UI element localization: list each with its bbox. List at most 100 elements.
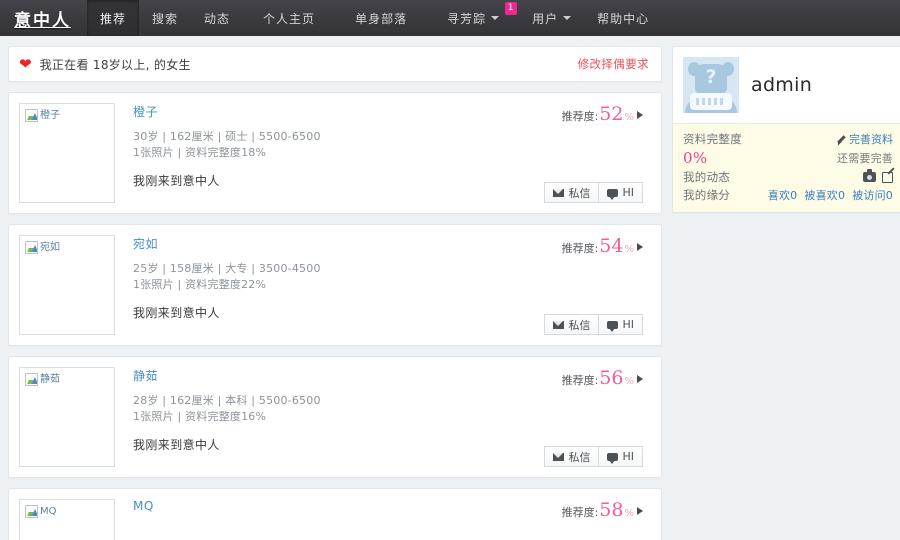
photo-alt-text: 宛如 [40, 242, 60, 253]
liked-by-count-link[interactable]: 被喜欢0 [804, 187, 845, 203]
profile-meta-line-2: 1张照片 | 资料完整度16% [133, 410, 267, 423]
score-value: 56 [599, 367, 624, 389]
say-hi-button[interactable]: HI [599, 182, 643, 203]
top-navigation-bar: 意中人 推荐 搜索 动态 个人主页 单身部落 寻芳踪 1 用户 帮助中心 [0, 0, 900, 36]
user-identity: ? admin [673, 47, 900, 123]
say-hi-button[interactable]: HI [599, 314, 643, 335]
profile-card[interactable]: MQ MQ 推荐度: 58 % 私信 [8, 488, 662, 540]
fate-stats: 喜欢0 被喜欢0 被访问0 [768, 187, 893, 203]
camera-icon[interactable] [863, 169, 876, 182]
likes-count-link[interactable]: 喜欢0 [768, 187, 798, 203]
chevron-down-icon [563, 16, 572, 20]
nav-item-label: 单身部落 [355, 11, 408, 26]
recommendation-score[interactable]: 推荐度: 54 % [562, 237, 643, 256]
site-logo[interactable]: 意中人 [0, 0, 87, 36]
broken-image-glyph [25, 505, 38, 518]
profile-card[interactable]: 静茹 静茹 28岁 | 162厘米 | 本科 | 5500-6500 1张照片 … [8, 356, 662, 478]
score-percent-sign: % [624, 244, 634, 255]
complete-profile-link[interactable]: 完善资料 [836, 131, 893, 147]
broken-image-icon: 静茹 [23, 371, 111, 386]
score-value: 58 [599, 499, 624, 521]
profile-photo[interactable]: MQ [19, 499, 115, 540]
photo-alt-text: MQ [40, 506, 57, 517]
edit-icon[interactable] [882, 171, 893, 183]
nav-item-homepage[interactable]: 个人主页 [243, 0, 335, 36]
send-message-button[interactable]: 私信 [544, 182, 600, 203]
play-arrow-icon[interactable] [637, 506, 643, 515]
score-percent-sign: % [624, 508, 634, 519]
profile-actions: 私信 HI [544, 182, 643, 203]
profile-photo[interactable]: 宛如 [19, 235, 115, 335]
profile-body: 静茹 28岁 | 162厘米 | 本科 | 5500-6500 1张照片 | 资… [115, 367, 651, 467]
recommendation-score[interactable]: 推荐度: 58 % [562, 501, 643, 520]
edit-preferences-link[interactable]: 修改择偶要求 [578, 56, 649, 72]
user-stats-panel: 资料完整度 完善资料 0% 还需要完善 我的动态 我的缘分 喜欢0 被喜欢0 被… [673, 123, 900, 212]
profile-name-link[interactable]: 静茹 [133, 367, 158, 384]
broken-image-glyph [25, 241, 38, 254]
say-hi-button[interactable]: HI [599, 446, 643, 467]
nav-item-xunfangzong[interactable]: 寻芳踪 1 [427, 0, 519, 36]
nav-item-help-center[interactable]: 帮助中心 [584, 0, 662, 36]
say-hi-label: HI [622, 318, 634, 331]
send-message-button[interactable]: 私信 [544, 446, 600, 467]
my-fate-row: 我的缘分 喜欢0 被喜欢0 被访问0 [683, 186, 893, 204]
recommendation-score[interactable]: 推荐度: 52 % [562, 105, 643, 124]
play-arrow-icon[interactable] [637, 242, 643, 251]
nav-item-search[interactable]: 搜索 [139, 0, 191, 36]
profile-name-link[interactable]: 橙子 [133, 103, 158, 120]
recommendation-score[interactable]: 推荐度: 56 % [562, 369, 643, 388]
score-value: 54 [599, 235, 624, 257]
send-message-button[interactable]: 私信 [544, 314, 600, 335]
profile-meta-line-1: 25岁 | 158厘米 | 大专 | 3500-4500 [133, 262, 321, 275]
play-arrow-icon[interactable] [637, 110, 643, 119]
profile-body: 宛如 25岁 | 158厘米 | 大专 | 3500-4500 1张照片 | 资… [115, 235, 651, 335]
nav-item-feed[interactable]: 动态 [191, 0, 243, 36]
profile-actions: 私信 HI [544, 446, 643, 467]
broken-image-icon: MQ [23, 503, 111, 518]
mail-icon [553, 452, 565, 461]
profile-photo[interactable]: 橙子 [19, 103, 115, 203]
profile-meta-line-2: 1张照片 | 资料完整度18% [133, 146, 267, 159]
filter-description: 我正在看 18岁以上, 的女生 [39, 57, 191, 72]
send-message-label: 私信 [568, 450, 591, 464]
nav-item-user[interactable]: 用户 [519, 0, 584, 36]
score-label: 推荐度: [561, 374, 599, 387]
my-feed-label: 我的动态 [683, 170, 731, 184]
send-message-label: 私信 [568, 318, 591, 332]
visits-count-link[interactable]: 被访问0 [852, 187, 893, 203]
profile-photo[interactable]: 静茹 [19, 367, 115, 467]
profile-card[interactable]: 橙子 橙子 30岁 | 162厘米 | 硕士 | 5500-6500 1张照片 … [8, 92, 662, 214]
nav-item-label: 搜索 [152, 11, 179, 26]
profile-card[interactable]: 宛如 宛如 25岁 | 158厘米 | 大专 | 3500-4500 1张照片 … [8, 224, 662, 346]
my-fate-label: 我的缘分 [683, 188, 731, 202]
avatar[interactable]: ? [683, 57, 739, 113]
send-message-label: 私信 [568, 186, 591, 200]
nav-item-single-tribe[interactable]: 单身部落 [335, 0, 427, 36]
nav-item-recommend[interactable]: 推荐 [87, 0, 140, 36]
profile-name-link[interactable]: MQ [133, 499, 154, 513]
score-label: 推荐度: [561, 506, 599, 519]
profile-name-link[interactable]: 宛如 [133, 235, 158, 252]
user-summary-card: ? admin 资料完整度 完善资料 0% 还需要完善 我的动态 我的缘分 喜欢… [672, 46, 900, 213]
main-column: ❤ 我正在看 18岁以上, 的女生 修改择偶要求 橙子 橙子 30岁 | 162… [8, 46, 662, 540]
score-percent-sign: % [624, 112, 634, 123]
heart-icon: ❤ [19, 54, 32, 73]
mail-icon [553, 320, 565, 329]
completeness-note: 还需要完善 [837, 152, 893, 165]
broken-image-glyph [25, 109, 38, 122]
page-container: ❤ 我正在看 18岁以上, 的女生 修改择偶要求 橙子 橙子 30岁 | 162… [0, 36, 900, 540]
mail-icon [553, 188, 565, 197]
nav-item-label: 个人主页 [263, 11, 316, 26]
chevron-down-icon [491, 16, 500, 20]
speech-bubble-icon [607, 320, 619, 332]
play-arrow-icon[interactable] [637, 374, 643, 383]
photo-alt-text: 静茹 [40, 374, 60, 385]
profile-meta-line-2: 1张照片 | 资料完整度22% [133, 278, 267, 291]
broken-image-icon: 橙子 [23, 107, 111, 122]
photo-alt-text: 橙子 [40, 110, 60, 121]
profile-completeness-label: 资料完整度 [683, 132, 742, 146]
nav-item-label: 寻芳踪 [447, 11, 487, 26]
avatar-body [690, 93, 732, 110]
pencil-icon [836, 134, 846, 144]
complete-profile-label: 完善资料 [849, 133, 893, 146]
